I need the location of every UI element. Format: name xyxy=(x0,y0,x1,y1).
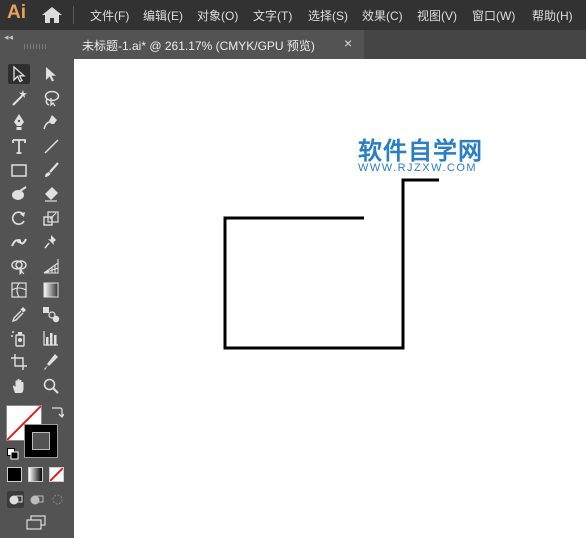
mesh-tool[interactable] xyxy=(8,280,30,300)
magnifier-icon xyxy=(43,378,59,394)
pen-icon xyxy=(14,114,24,130)
menu-view[interactable]: 视图(V) xyxy=(417,7,457,24)
lasso-tool[interactable] xyxy=(40,88,62,108)
pin-icon xyxy=(44,235,56,249)
menu-object[interactable]: 对象(O) xyxy=(197,7,238,24)
gradient-icon xyxy=(43,282,59,298)
document-tab-bar: 未标题-1.ai* @ 261.17% (CMYK/GPU 预览) × xyxy=(74,30,586,59)
rotate-icon xyxy=(11,211,25,225)
hand-icon xyxy=(12,378,24,393)
document-tab-title: 未标题-1.ai* @ 261.17% (CMYK/GPU 预览) xyxy=(82,39,315,53)
blend-icon xyxy=(43,307,60,323)
draw-normal-button[interactable] xyxy=(7,491,24,508)
menu-effect[interactable]: 效果(C) xyxy=(362,7,403,24)
swap-fill-stroke-icon[interactable] xyxy=(50,404,65,419)
screen-mode-button[interactable] xyxy=(24,514,48,532)
stroke-swatch[interactable] xyxy=(24,424,58,458)
perspective-grid-tool[interactable] xyxy=(40,256,62,276)
watermark-title: 软件自学网 xyxy=(358,138,483,165)
shaper-tool[interactable] xyxy=(8,184,30,204)
shape-builder-icon xyxy=(11,260,27,275)
menu-help[interactable]: 帮助(H) xyxy=(532,7,573,24)
artboard-icon xyxy=(11,354,27,370)
rectangle-icon xyxy=(11,164,27,177)
menu-window[interactable]: 窗口(W) xyxy=(472,7,515,24)
menu-edit[interactable]: 编辑(E) xyxy=(143,7,183,24)
curvature-tool[interactable] xyxy=(40,112,62,132)
menu-separator xyxy=(73,6,74,24)
menu-bar: Ai 文件(F) 编辑(E) 对象(O) 文字(T) 选择(S) 效果(C) 视… xyxy=(0,0,586,30)
direct-selection-tool[interactable] xyxy=(40,64,62,84)
knife-icon xyxy=(44,354,58,370)
type-tool[interactable] xyxy=(8,136,30,156)
shaper-icon xyxy=(12,186,27,200)
puppet-warp-tool[interactable] xyxy=(40,232,62,252)
arrow-solid-icon xyxy=(46,67,56,82)
rectangle-tool[interactable] xyxy=(8,160,30,180)
menu-select[interactable]: 选择(S) xyxy=(308,7,348,24)
panel-grip[interactable] xyxy=(24,44,48,49)
draw-normal-icon xyxy=(9,495,23,505)
arrow-outline-icon xyxy=(13,65,26,83)
color-button[interactable] xyxy=(7,467,22,482)
drawn-path-artwork[interactable] xyxy=(74,59,586,538)
slice-tool[interactable] xyxy=(40,352,62,372)
selection-tool[interactable] xyxy=(8,64,30,84)
pen-tool[interactable] xyxy=(8,112,30,132)
draw-behind-button[interactable] xyxy=(28,491,45,508)
paintbrush-icon xyxy=(45,162,59,177)
close-icon[interactable]: × xyxy=(344,35,352,51)
none-button[interactable] xyxy=(49,467,64,482)
symbol-sprayer-icon xyxy=(11,331,25,347)
magic-wand-icon xyxy=(12,90,27,106)
screen-mode-icon xyxy=(26,515,46,530)
artboard-tool[interactable] xyxy=(8,352,30,372)
blend-tool[interactable] xyxy=(40,304,62,324)
default-colors-icon[interactable] xyxy=(7,447,19,460)
hand-tool[interactable] xyxy=(8,376,30,396)
bar-graph-icon xyxy=(43,331,58,346)
eyedropper-icon xyxy=(11,307,26,323)
type-icon xyxy=(12,139,26,154)
rotate-tool[interactable] xyxy=(8,208,30,228)
collapse-panel-button[interactable]: ◂◂ xyxy=(4,32,13,43)
eyedropper-tool[interactable] xyxy=(8,304,30,324)
draw-inside-icon xyxy=(52,494,63,505)
shape-builder-tool[interactable] xyxy=(8,256,30,276)
eraser-tool[interactable] xyxy=(40,184,62,204)
line-segment-tool[interactable] xyxy=(40,136,62,156)
magic-wand-tool[interactable] xyxy=(8,88,30,108)
gradient-tool[interactable] xyxy=(40,280,62,300)
eraser-icon xyxy=(45,187,58,202)
mesh-icon xyxy=(11,282,27,298)
line-icon xyxy=(44,139,59,154)
scale-tool[interactable] xyxy=(40,208,62,228)
watermark-url: WWW.RJZXW.COM xyxy=(358,162,478,174)
draw-behind-icon xyxy=(30,495,44,505)
artboard-canvas[interactable]: 软件自学网 WWW.RJZXW.COM xyxy=(74,59,586,538)
width-tool[interactable] xyxy=(8,232,30,252)
gradient-button[interactable] xyxy=(28,467,43,482)
home-icon[interactable] xyxy=(41,6,63,24)
zoom-tool[interactable] xyxy=(40,376,62,396)
paintbrush-tool[interactable] xyxy=(40,160,62,180)
scale-icon xyxy=(43,211,59,226)
menu-type[interactable]: 文字(T) xyxy=(253,7,292,24)
document-tab[interactable]: 未标题-1.ai* @ 261.17% (CMYK/GPU 预览) × xyxy=(74,30,364,59)
curvature-pen-icon xyxy=(43,115,57,130)
lasso-icon xyxy=(44,90,60,107)
open-path xyxy=(223,178,439,350)
column-graph-tool[interactable] xyxy=(40,328,62,348)
menu-file[interactable]: 文件(F) xyxy=(90,7,129,24)
symbol-sprayer-tool[interactable] xyxy=(8,328,30,348)
width-icon xyxy=(11,238,27,247)
none-slash-icon xyxy=(50,468,63,481)
app-logo: Ai xyxy=(7,2,26,23)
perspective-grid-icon xyxy=(43,259,59,274)
draw-inside-button[interactable] xyxy=(49,491,66,508)
